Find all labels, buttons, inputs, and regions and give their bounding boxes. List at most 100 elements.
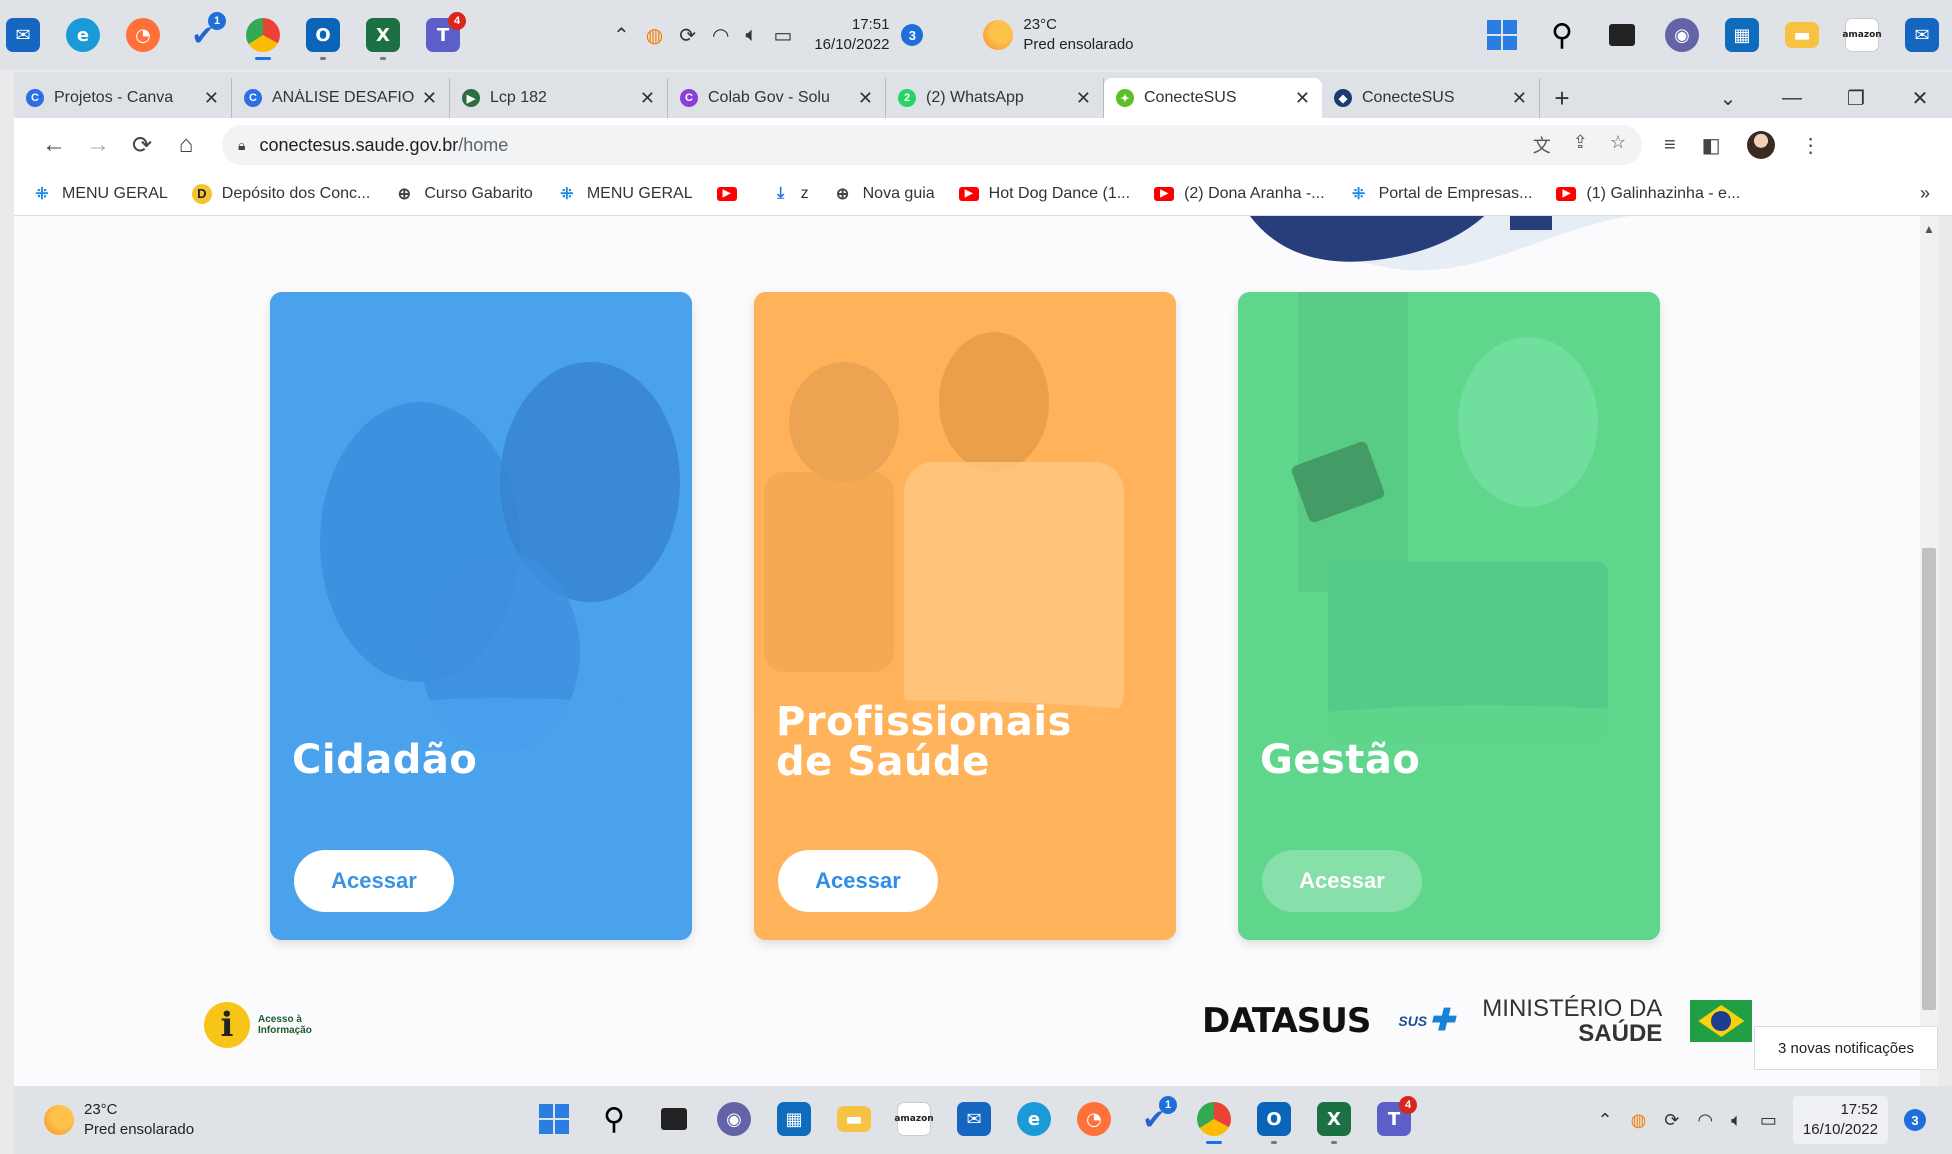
- excel-icon[interactable]: X: [360, 12, 406, 60]
- windows-start-icon[interactable]: [1479, 12, 1525, 58]
- edge-icon[interactable]: e: [60, 12, 106, 58]
- refresh-icon[interactable]: ⟳: [679, 23, 696, 48]
- bottom-edge-icon[interactable]: e: [1011, 1096, 1057, 1142]
- tab-close-icon[interactable]: ✕: [422, 88, 437, 109]
- battery-icon[interactable]: ▭: [773, 23, 792, 48]
- store-icon[interactable]: ▦: [1719, 12, 1765, 58]
- lock-icon[interactable]: 🔒︎: [238, 137, 245, 154]
- bookmark-item[interactable]: ⁜ Portal de Empresas...: [1349, 185, 1533, 203]
- tab-search-chevron-icon[interactable]: ⌄: [1696, 86, 1760, 111]
- bottom-mail-icon[interactable]: ✉: [951, 1096, 997, 1142]
- top-weather-widget[interactable]: 23°C Pred ensolarado: [983, 15, 1134, 55]
- bookmark-item[interactable]: ▶ (1) Galinhazinha - e...: [1556, 185, 1740, 203]
- bottom-wifi-icon[interactable]: ◠: [1697, 1110, 1713, 1131]
- bookmark-item[interactable]: ⤓ z: [771, 185, 809, 203]
- bottom-chevron-up-icon[interactable]: ⌃: [1597, 1110, 1612, 1131]
- speaker-icon[interactable]: 🔈︎: [745, 24, 757, 47]
- forward-arrow-icon[interactable]: →: [76, 131, 120, 159]
- bookmark-item[interactable]: D Depósito dos Conc...: [191, 183, 370, 204]
- profile-avatar[interactable]: [1746, 131, 1775, 159]
- mail-icon-right[interactable]: ✉: [1899, 12, 1945, 58]
- bottom-excel-icon[interactable]: X: [1311, 1096, 1357, 1144]
- profissionais-access-button[interactable]: Acessar: [778, 850, 938, 912]
- tab-close-icon[interactable]: ✕: [858, 88, 873, 109]
- new-tab-button[interactable]: +: [1540, 78, 1584, 118]
- bottom-firefox-icon[interactable]: ◔: [1071, 1096, 1117, 1142]
- bookmarks-overflow-icon[interactable]: »: [1920, 183, 1930, 204]
- minimize-icon[interactable]: —: [1760, 87, 1824, 110]
- top-notification-badge[interactable]: 3: [901, 24, 924, 46]
- wifi-icon[interactable]: ◠: [712, 23, 729, 48]
- home-icon[interactable]: ⌂: [164, 131, 208, 159]
- translate-icon[interactable]: 文: [1533, 132, 1551, 158]
- tab-close-icon[interactable]: ✕: [204, 88, 219, 109]
- browser-tab[interactable]: ◆ ConecteSUS ✕: [1322, 78, 1540, 118]
- tab-close-icon[interactable]: ✕: [640, 88, 655, 109]
- browser-tab[interactable]: ▶ Lcp 182 ✕: [450, 78, 668, 118]
- bookmark-item[interactable]: ▶ (2) Dona Aranha -...: [1154, 185, 1325, 203]
- bookmark-item[interactable]: ▶: [716, 186, 747, 201]
- bookmark-item[interactable]: ⊕ Curso Gabarito: [394, 185, 533, 203]
- top-clock[interactable]: 17:51 16/10/2022: [814, 15, 889, 55]
- chevron-up-icon[interactable]: ⌃: [613, 23, 630, 48]
- sync-icon[interactable]: ◍: [646, 23, 663, 48]
- bottom-search-icon[interactable]: ⚲: [591, 1096, 637, 1142]
- bottom-sync-icon[interactable]: ◍: [1631, 1110, 1647, 1131]
- bottom-outlook-icon[interactable]: O: [1251, 1096, 1297, 1144]
- teams-icon[interactable]: T4: [420, 12, 466, 58]
- todo-icon[interactable]: ✔ 1: [180, 12, 226, 58]
- cidadao-access-button[interactable]: Acessar: [294, 850, 454, 912]
- reload-icon[interactable]: ⟳: [120, 131, 164, 160]
- side-panel-icon[interactable]: ◧: [1702, 133, 1721, 158]
- star-icon[interactable]: ☆: [1610, 132, 1626, 158]
- back-arrow-icon[interactable]: ←: [32, 131, 76, 159]
- bottom-windows-start-icon[interactable]: [531, 1096, 577, 1142]
- close-window-icon[interactable]: ✕: [1888, 86, 1952, 111]
- bottom-todo-icon[interactable]: ✔ 1: [1131, 1096, 1177, 1142]
- browser-tab[interactable]: 2 (2) WhatsApp ✕: [886, 78, 1104, 118]
- gestao-access-button[interactable]: Acessar: [1262, 850, 1422, 912]
- bottom-chrome-icon[interactable]: [1191, 1096, 1237, 1144]
- menu-kebab-icon[interactable]: ⋮: [1801, 133, 1821, 158]
- browser-tab[interactable]: C Projetos - Canva ✕: [14, 78, 232, 118]
- browser-tab[interactable]: ✦ ConecteSUS ✕: [1104, 78, 1322, 118]
- browser-tab[interactable]: C Colab Gov - Solu ✕: [668, 78, 886, 118]
- bottom-refresh-icon[interactable]: ⟳: [1664, 1110, 1679, 1131]
- bottom-teams-icon[interactable]: T4: [1371, 1096, 1417, 1142]
- acesso-informacao-logo[interactable]: i Acesso à Informação: [204, 1002, 312, 1048]
- bookmark-item[interactable]: ▶ Hot Dog Dance (1...: [958, 185, 1130, 203]
- bottom-amazon-icon[interactable]: amazon: [891, 1096, 937, 1142]
- bottom-notification-badge[interactable]: 3: [1904, 1109, 1926, 1131]
- bottom-store-icon[interactable]: ▦: [771, 1096, 817, 1142]
- bottom-weather-widget[interactable]: 23°C Pred ensolarado: [44, 1100, 194, 1140]
- notification-toast[interactable]: 3 novas notificações: [1754, 1026, 1938, 1070]
- folder-icon[interactable]: ▬: [1779, 12, 1825, 58]
- bookmark-item[interactable]: ⁜ MENU GERAL: [32, 185, 168, 203]
- search-icon[interactable]: ⚲: [1539, 12, 1585, 58]
- scroll-up-arrow-icon[interactable]: ▲: [1923, 222, 1935, 236]
- bottom-battery-icon[interactable]: ▭: [1760, 1110, 1777, 1131]
- task-view-icon[interactable]: [1599, 12, 1645, 58]
- browser-tab[interactable]: C ANÁLISE DESAFIO ✕: [232, 78, 450, 118]
- amazon-icon[interactable]: amazon: [1839, 12, 1885, 58]
- tab-close-icon[interactable]: ✕: [1512, 88, 1527, 109]
- chat-icon[interactable]: ◉: [1659, 12, 1705, 58]
- tab-close-icon[interactable]: ✕: [1295, 88, 1310, 109]
- bookmark-item[interactable]: ⊕ Nova guia: [833, 185, 935, 203]
- restore-icon[interactable]: ❐: [1824, 86, 1888, 111]
- bottom-speaker-icon[interactable]: 🔈︎: [1731, 1110, 1742, 1131]
- bookmark-item[interactable]: ⁜ MENU GERAL: [557, 185, 693, 203]
- bottom-clock[interactable]: 17:52 16/10/2022: [1792, 1096, 1888, 1144]
- scrollbar-thumb[interactable]: [1922, 548, 1936, 1010]
- tab-close-icon[interactable]: ✕: [1076, 88, 1091, 109]
- firefox-icon[interactable]: ◔: [120, 12, 166, 58]
- bottom-task-view-icon[interactable]: [651, 1096, 697, 1142]
- outlook-icon[interactable]: O: [300, 12, 346, 60]
- mail-icon[interactable]: ✉: [0, 12, 46, 58]
- share-icon[interactable]: ⇪: [1573, 132, 1588, 158]
- chrome-icon[interactable]: [240, 12, 286, 60]
- url-input[interactable]: 🔒︎ conectesus.saude.gov.br/home 文 ⇪ ☆: [222, 125, 1642, 165]
- bottom-chat-icon[interactable]: ◉: [711, 1096, 757, 1142]
- bottom-folder-icon[interactable]: ▬: [831, 1096, 877, 1142]
- reading-list-icon[interactable]: ≡: [1664, 134, 1676, 157]
